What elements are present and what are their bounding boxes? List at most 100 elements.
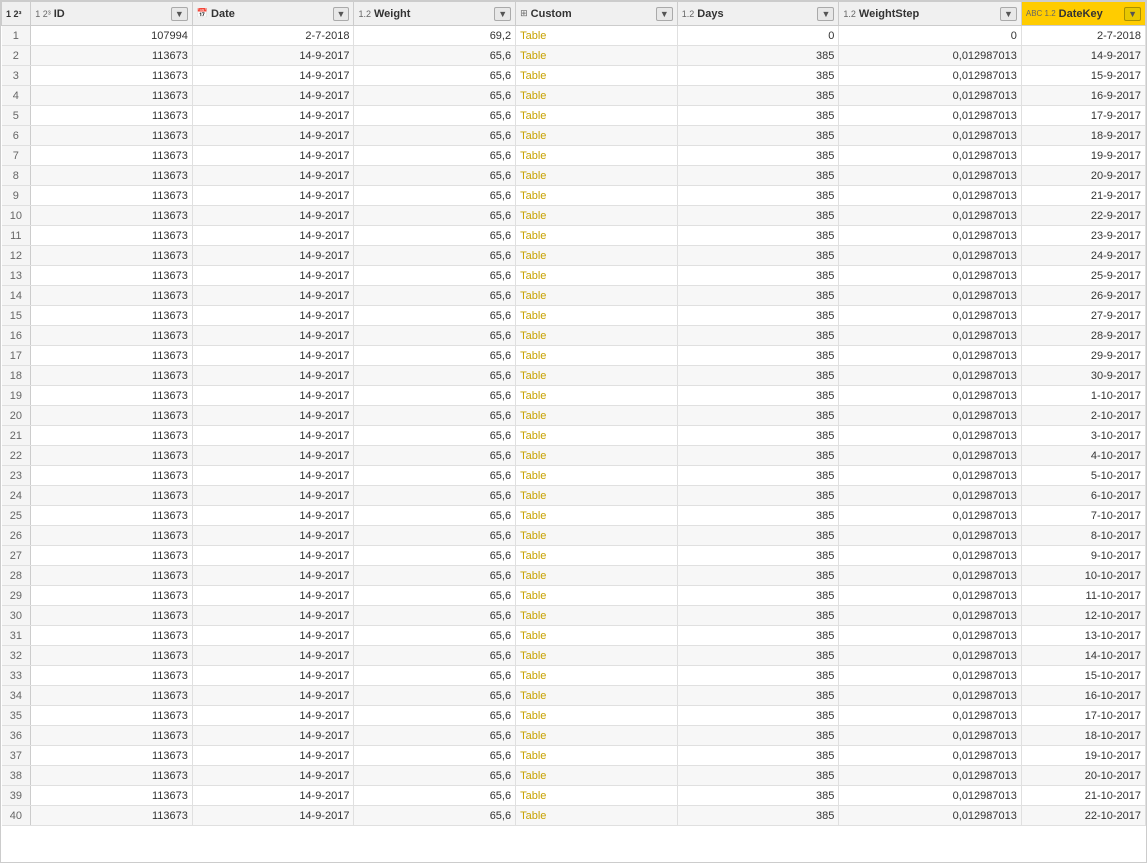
datekey-filter-button[interactable]: ▼ [1124, 7, 1141, 21]
cell-weightstep: 0,012987013 [839, 206, 1021, 226]
header-days-label: Days [697, 8, 723, 20]
cell-custom[interactable]: Table [516, 366, 678, 386]
cell-custom[interactable]: Table [516, 586, 678, 606]
cell-date: 14-9-2017 [192, 166, 354, 186]
cell-date: 14-9-2017 [192, 366, 354, 386]
cell-date: 14-9-2017 [192, 206, 354, 226]
cell-datekey: 15-10-2017 [1021, 666, 1145, 686]
weight-filter-button[interactable]: ▼ [494, 7, 511, 21]
cell-custom[interactable]: Table [516, 86, 678, 106]
cell-rownum: 40 [2, 806, 31, 826]
cell-date: 14-9-2017 [192, 746, 354, 766]
cell-id: 113673 [31, 466, 193, 486]
cell-days: 385 [677, 466, 839, 486]
cell-custom[interactable]: Table [516, 466, 678, 486]
cell-custom[interactable]: Table [516, 566, 678, 586]
header-weightstep: 1.2 WeightStep ▼ [839, 2, 1021, 26]
cell-custom[interactable]: Table [516, 646, 678, 666]
cell-days: 385 [677, 806, 839, 826]
cell-date: 14-9-2017 [192, 246, 354, 266]
cell-date: 14-9-2017 [192, 646, 354, 666]
cell-datekey: 16-10-2017 [1021, 686, 1145, 706]
cell-custom[interactable]: Table [516, 146, 678, 166]
header-datekey: ABC 1.2 DateKey ▼ [1021, 2, 1145, 26]
table-row: 23 113673 14-9-2017 65,6 Table 385 0,012… [2, 466, 1146, 486]
cell-id: 107994 [31, 26, 193, 46]
id-filter-button[interactable]: ▼ [171, 7, 188, 21]
cell-custom[interactable]: Table [516, 806, 678, 826]
cell-datekey: 24-9-2017 [1021, 246, 1145, 266]
cell-custom[interactable]: Table [516, 666, 678, 686]
cell-weight: 65,6 [354, 546, 516, 566]
cell-custom[interactable]: Table [516, 406, 678, 426]
cell-custom[interactable]: Table [516, 186, 678, 206]
cell-custom[interactable]: Table [516, 626, 678, 646]
cell-weight: 65,6 [354, 766, 516, 786]
cell-id: 113673 [31, 366, 193, 386]
cell-custom[interactable]: Table [516, 346, 678, 366]
cell-date: 14-9-2017 [192, 46, 354, 66]
cell-custom[interactable]: Table [516, 746, 678, 766]
cell-custom[interactable]: Table [516, 106, 678, 126]
table-row: 32 113673 14-9-2017 65,6 Table 385 0,012… [2, 646, 1146, 666]
cell-custom[interactable]: Table [516, 226, 678, 246]
cell-custom[interactable]: Table [516, 546, 678, 566]
cell-custom[interactable]: Table [516, 426, 678, 446]
cell-custom[interactable]: Table [516, 266, 678, 286]
cell-id: 113673 [31, 206, 193, 226]
cell-custom[interactable]: Table [516, 306, 678, 326]
cell-weight: 65,6 [354, 46, 516, 66]
date-filter-button[interactable]: ▼ [333, 7, 350, 21]
cell-custom[interactable]: Table [516, 526, 678, 546]
cell-rownum: 4 [2, 86, 31, 106]
cell-custom[interactable]: Table [516, 386, 678, 406]
cell-date: 14-9-2017 [192, 346, 354, 366]
cell-custom[interactable]: Table [516, 26, 678, 46]
cell-days: 385 [677, 386, 839, 406]
cell-custom[interactable]: Table [516, 246, 678, 266]
cell-custom[interactable]: Table [516, 786, 678, 806]
cell-date: 14-9-2017 [192, 126, 354, 146]
cell-days: 385 [677, 286, 839, 306]
cell-custom[interactable]: Table [516, 66, 678, 86]
table-row: 40 113673 14-9-2017 65,6 Table 385 0,012… [2, 806, 1146, 826]
wstep-type-icon: 1.2 [843, 9, 856, 19]
cell-days: 385 [677, 66, 839, 86]
cell-custom[interactable]: Table [516, 686, 678, 706]
days-filter-button[interactable]: ▼ [817, 7, 834, 21]
cell-weightstep: 0,012987013 [839, 346, 1021, 366]
header-datekey-label: DateKey [1059, 8, 1103, 20]
cell-custom[interactable]: Table [516, 446, 678, 466]
cell-custom[interactable]: Table [516, 326, 678, 346]
cell-weightstep: 0,012987013 [839, 526, 1021, 546]
cell-custom[interactable]: Table [516, 126, 678, 146]
table-row: 34 113673 14-9-2017 65,6 Table 385 0,012… [2, 686, 1146, 706]
cell-id: 113673 [31, 706, 193, 726]
cell-custom[interactable]: Table [516, 486, 678, 506]
cell-rownum: 7 [2, 146, 31, 166]
header-date-label: Date [211, 8, 235, 20]
cell-id: 113673 [31, 646, 193, 666]
cell-custom[interactable]: Table [516, 166, 678, 186]
cell-weight: 65,6 [354, 386, 516, 406]
cell-days: 385 [677, 526, 839, 546]
cell-custom[interactable]: Table [516, 726, 678, 746]
wstep-filter-button[interactable]: ▼ [1000, 7, 1017, 21]
cell-custom[interactable]: Table [516, 506, 678, 526]
cell-weight: 65,6 [354, 266, 516, 286]
cell-custom[interactable]: Table [516, 706, 678, 726]
cell-days: 385 [677, 606, 839, 626]
cell-weight: 65,6 [354, 466, 516, 486]
cell-custom[interactable]: Table [516, 206, 678, 226]
cell-weight: 65,6 [354, 726, 516, 746]
cell-rownum: 39 [2, 786, 31, 806]
cell-custom[interactable]: Table [516, 286, 678, 306]
cell-datekey: 25-9-2017 [1021, 266, 1145, 286]
cell-days: 385 [677, 206, 839, 226]
cell-date: 14-9-2017 [192, 626, 354, 646]
cell-weight: 65,6 [354, 426, 516, 446]
cell-custom[interactable]: Table [516, 46, 678, 66]
cell-custom[interactable]: Table [516, 606, 678, 626]
custom-filter-button[interactable]: ▼ [656, 7, 673, 21]
cell-custom[interactable]: Table [516, 766, 678, 786]
